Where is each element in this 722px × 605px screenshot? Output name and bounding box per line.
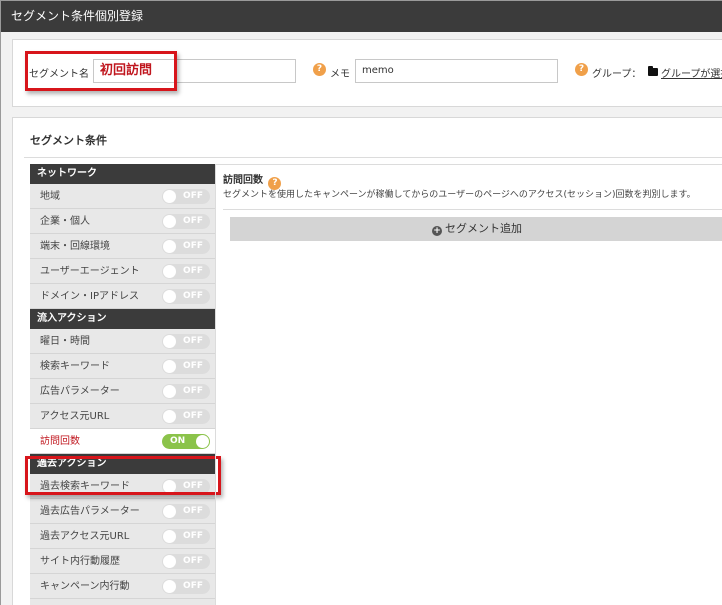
toggle-knob [163,530,176,543]
condition-label: 広告パラメーター [40,386,120,397]
toggle-state: OFF [183,556,203,566]
condition-label: キャンペーン内行動 [40,581,130,592]
highlight-box-visit-count [25,456,221,495]
condition-item[interactable]: 過去広告パラメーター OFF [30,499,215,524]
toggle-state: OFF [183,191,203,201]
folder-icon [648,66,658,76]
condition-label: アクセス元URL [40,411,110,422]
toggle-knob [163,190,176,203]
toggle-state: OFF [183,411,203,421]
toggle-switch[interactable]: OFF [162,289,210,304]
condition-item[interactable]: 地域 OFF [30,184,215,209]
toggle-state: OFF [183,241,203,251]
category-header-inflow: 流入アクション [30,309,215,329]
toggle-switch[interactable]: OFF [162,504,210,519]
condition-label: 地域 [40,191,60,202]
condition-label: ユーザーエージェント [40,266,140,277]
memo-input[interactable]: memo [355,59,558,83]
plus-circle-icon: + [432,226,442,236]
toggle-state: OFF [183,216,203,226]
condition-label: 過去広告パラメーター [40,506,140,517]
toggle-switch[interactable]: OFF [162,384,210,399]
divider [215,164,722,165]
group-label: グループ： [592,69,642,80]
toggle-switch[interactable]: OFF [162,334,210,349]
toggle-knob [163,505,176,518]
condition-item[interactable]: 検索キーワード OFF [30,354,215,379]
group-select-link[interactable]: グループが選択 [661,65,722,80]
toggle-switch[interactable]: OFF [162,359,210,374]
condition-label: サイト内行動履歴 [40,556,120,567]
toggle-switch[interactable]: OFF [162,579,210,594]
toggle-knob [163,240,176,253]
toggle-knob [163,410,176,423]
toggle-switch[interactable]: OFF [162,189,210,204]
toggle-knob [163,265,176,278]
condition-item-visit-count[interactable]: 訪問回数 ON [30,429,215,454]
section-title: セグメント条件 [30,134,107,147]
add-segment-label: セグメント追加 [445,222,522,235]
toggle-switch[interactable]: OFF [162,214,210,229]
segment-conditions-panel: セグメント条件 ネットワーク 地域 OFF 企業・個人 OFF 端末・回線環境 OFF… [12,117,722,605]
condition-label: 訪問回数 [40,436,80,447]
toggle-knob [163,290,176,303]
toggle-switch[interactable]: OFF [162,554,210,569]
category-header-network: ネットワーク [30,164,215,184]
toggle-knob [163,580,176,593]
help-icon[interactable]: ? [313,63,326,76]
condition-item[interactable]: 端末・回線環境 OFF [30,234,215,259]
condition-item[interactable]: ドメイン・IPアドレス OFF [30,284,215,309]
divider [24,157,722,158]
toggle-knob [163,555,176,568]
memo-label: メモ [330,69,350,80]
toggle-switch[interactable]: OFF [162,529,210,544]
condition-item[interactable]: 過去アクセス元URL OFF [30,524,215,549]
condition-label: 過去アクセス元URL [40,531,130,542]
toggle-switch[interactable]: ON [162,434,210,449]
toggle-state: OFF [183,506,203,516]
page-body: セグメント名 初回訪問 ? メモ memo ? グループ： グループが選択 セグ… [1,32,722,605]
segment-info-panel: セグメント名 初回訪問 ? メモ memo ? グループ： グループが選択 [12,39,722,107]
condition-item[interactable]: アクセス元URL OFF [30,404,215,429]
condition-sidebar: ネットワーク 地域 OFF 企業・個人 OFF 端末・回線環境 OFF ユーザーエージ… [30,164,215,605]
condition-item[interactable]: キャンペーン内行動 OFF [30,574,215,599]
condition-item[interactable]: 曜日・時間 OFF [30,329,215,354]
detail-description: セグメントを使用したキャンペーンが稼働してからのユーザーのページへのアクセス(セ… [223,190,696,200]
toggle-state: OFF [183,581,203,591]
condition-label: 端末・回線環境 [40,241,110,252]
toggle-state: OFF [183,266,203,276]
condition-item[interactable]: 広告パラメーター OFF [30,379,215,404]
toggle-switch[interactable]: OFF [162,264,210,279]
toggle-state: OFF [183,386,203,396]
window-title: セグメント条件個別登録 [1,1,722,32]
condition-item[interactable]: 企業・個人 OFF [30,209,215,234]
add-segment-button[interactable]: + セグメント追加 [230,217,722,241]
divider [223,209,722,210]
toggle-state: OFF [183,291,203,301]
toggle-knob [196,435,209,448]
detail-title-text: 訪問回数 [223,175,263,186]
toggle-knob [163,215,176,228]
toggle-state: OFF [183,336,203,346]
condition-label: ドメイン・IPアドレス [40,291,139,302]
toggle-knob [163,335,176,348]
toggle-switch[interactable]: OFF [162,239,210,254]
condition-label: 企業・個人 [40,216,90,227]
condition-item[interactable]: ユーザーエージェント OFF [30,259,215,284]
condition-label: 検索キーワード [40,361,110,372]
toggle-state: ON [170,436,186,446]
divider [215,164,216,605]
toggle-knob [163,385,176,398]
highlight-box-segment-name [25,51,177,91]
toggle-knob [163,360,176,373]
toggle-switch[interactable]: OFF [162,409,210,424]
condition-item[interactable]: サイト内行動履歴 OFF [30,549,215,574]
toggle-state: OFF [183,531,203,541]
help-icon[interactable]: ? [575,63,588,76]
toggle-state: OFF [183,361,203,371]
condition-label: 曜日・時間 [40,336,90,347]
